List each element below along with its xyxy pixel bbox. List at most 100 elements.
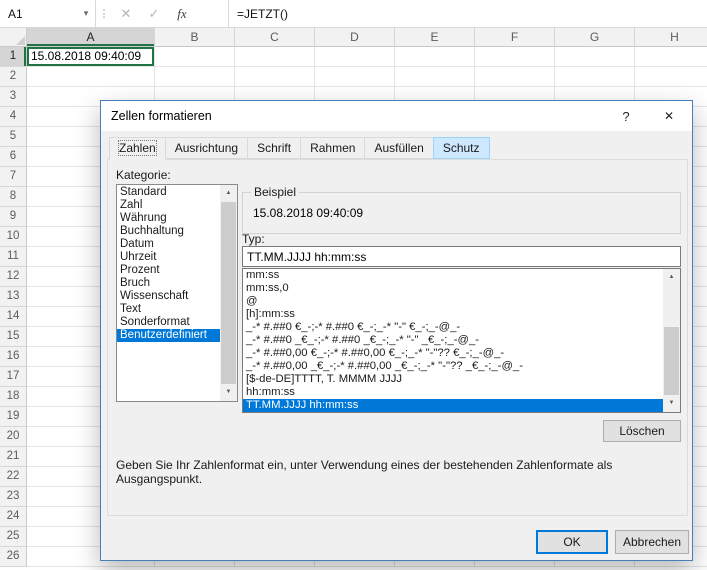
- cell-E1[interactable]: [395, 47, 475, 67]
- cell-F1[interactable]: [475, 47, 555, 67]
- row-header-13[interactable]: 13: [0, 287, 27, 307]
- format-item[interactable]: [$-de-DE]TTTT, T. MMMM JJJJ: [243, 373, 663, 386]
- cell-D1[interactable]: [315, 47, 395, 67]
- category-scrollbar-thumb[interactable]: [221, 202, 236, 384]
- category-item-Prozent[interactable]: Prozent: [117, 264, 220, 277]
- row-header-17[interactable]: 17: [0, 367, 27, 387]
- cell-H1[interactable]: [635, 47, 707, 67]
- category-scrollbar[interactable]: ▲ ▼: [220, 185, 237, 401]
- category-item-Uhrzeit[interactable]: Uhrzeit: [117, 251, 220, 264]
- row-header-18[interactable]: 18: [0, 387, 27, 407]
- format-scrollbar[interactable]: ▲ ▼: [663, 269, 680, 412]
- insert-function-icon[interactable]: fx: [168, 0, 196, 27]
- tab-Schutz[interactable]: Schutz: [433, 137, 490, 159]
- row-header-23[interactable]: 23: [0, 487, 27, 507]
- format-item[interactable]: _-* #.##0,00 _€_-;-* #.##0,00 _€_-;_-* "…: [243, 360, 663, 373]
- column-header-C[interactable]: C: [235, 28, 315, 47]
- format-item[interactable]: [h]:mm:ss: [243, 308, 663, 321]
- row-header-25[interactable]: 25: [0, 527, 27, 547]
- category-item-Buchhaltung[interactable]: Buchhaltung: [117, 225, 220, 238]
- cell-A2[interactable]: [27, 67, 155, 87]
- cell-H2[interactable]: [635, 67, 707, 87]
- row-header-22[interactable]: 22: [0, 467, 27, 487]
- cell-C2[interactable]: [235, 67, 315, 87]
- delete-button[interactable]: Löschen: [603, 420, 681, 442]
- cell-B2[interactable]: [155, 67, 235, 87]
- format-scrollbar-thumb[interactable]: [664, 327, 679, 395]
- row-header-5[interactable]: 5: [0, 127, 27, 147]
- ok-button[interactable]: OK: [536, 530, 608, 554]
- name-box-dropdown-icon[interactable]: ▾: [77, 8, 95, 19]
- tab-Rahmen[interactable]: Rahmen: [300, 137, 365, 159]
- scroll-down-icon[interactable]: ▼: [663, 395, 680, 412]
- row-header-4[interactable]: 4: [0, 107, 27, 127]
- row-header-26[interactable]: 26: [0, 547, 27, 567]
- cancel-icon[interactable]: ✕: [112, 0, 140, 27]
- cell-A1[interactable]: 15.08.2018 09:40:09: [27, 47, 155, 67]
- tab-Schrift[interactable]: Schrift: [247, 137, 301, 159]
- cell-E2[interactable]: [395, 67, 475, 87]
- row-header-20[interactable]: 20: [0, 427, 27, 447]
- row-header-8[interactable]: 8: [0, 187, 27, 207]
- cell-B1[interactable]: [155, 47, 235, 67]
- category-item-Wissenschaft[interactable]: Wissenschaft: [117, 290, 220, 303]
- cell-C1[interactable]: [235, 47, 315, 67]
- scroll-up-icon[interactable]: ▲: [663, 269, 680, 286]
- row-header-16[interactable]: 16: [0, 347, 27, 367]
- enter-icon[interactable]: ✓: [140, 0, 168, 27]
- format-item[interactable]: mm:ss,0: [243, 282, 663, 295]
- tab-Ausfüllen[interactable]: Ausfüllen: [364, 137, 433, 159]
- format-item[interactable]: _-* #.##0,00 €_-;-* #.##0,00 €_-;_-* "-"…: [243, 347, 663, 360]
- category-item-Text[interactable]: Text: [117, 303, 220, 316]
- dialog-close-icon[interactable]: ✕: [646, 101, 692, 131]
- row-header-19[interactable]: 19: [0, 407, 27, 427]
- row-header-1[interactable]: 1: [0, 47, 27, 67]
- row-header-10[interactable]: 10: [0, 227, 27, 247]
- category-item-Zahl[interactable]: Zahl: [117, 199, 220, 212]
- row-header-24[interactable]: 24: [0, 507, 27, 527]
- format-item[interactable]: hh:mm:ss: [243, 386, 663, 399]
- row-header-11[interactable]: 11: [0, 247, 27, 267]
- row-header-7[interactable]: 7: [0, 167, 27, 187]
- row-header-6[interactable]: 6: [0, 147, 27, 167]
- column-header-E[interactable]: E: [395, 28, 475, 47]
- format-item[interactable]: mm:ss: [243, 269, 663, 282]
- scroll-up-icon[interactable]: ▲: [220, 185, 237, 202]
- category-item-Benutzerdefiniert[interactable]: Benutzerdefiniert: [117, 329, 220, 342]
- category-item-Sonderformat[interactable]: Sonderformat: [117, 316, 220, 329]
- format-item[interactable]: TT.MM.JJJJ hh:mm:ss: [243, 399, 663, 412]
- format-item[interactable]: _-* #.##0 €_-;-* #.##0 €_-;_-* "-" €_-;_…: [243, 321, 663, 334]
- row-header-9[interactable]: 9: [0, 207, 27, 227]
- column-header-D[interactable]: D: [315, 28, 395, 47]
- column-header-G[interactable]: G: [555, 28, 635, 47]
- column-header-F[interactable]: F: [475, 28, 555, 47]
- row-header-3[interactable]: 3: [0, 87, 27, 107]
- row-header-14[interactable]: 14: [0, 307, 27, 327]
- type-input[interactable]: [242, 246, 681, 267]
- column-header-H[interactable]: H: [635, 28, 707, 47]
- row-header-12[interactable]: 12: [0, 267, 27, 287]
- cell-G2[interactable]: [555, 67, 635, 87]
- cell-G1[interactable]: [555, 47, 635, 67]
- format-item[interactable]: _-* #.##0 _€_-;-* #.##0 _€_-;_-* "-" _€_…: [243, 334, 663, 347]
- scroll-down-icon[interactable]: ▼: [220, 384, 237, 401]
- column-header-B[interactable]: B: [155, 28, 235, 47]
- cell-D2[interactable]: [315, 67, 395, 87]
- row-header-15[interactable]: 15: [0, 327, 27, 347]
- select-all-corner[interactable]: [0, 28, 27, 47]
- dialog-help-icon[interactable]: ?: [606, 101, 646, 131]
- name-box[interactable]: A1 ▾: [0, 0, 96, 27]
- row-header-2[interactable]: 2: [0, 67, 27, 87]
- cancel-button[interactable]: Abbrechen: [615, 530, 689, 554]
- category-item-Datum[interactable]: Datum: [117, 238, 220, 251]
- tab-Zahlen[interactable]: Zahlen: [109, 137, 166, 160]
- formula-input[interactable]: =JETZT(): [229, 0, 707, 27]
- format-item[interactable]: @: [243, 295, 663, 308]
- cell-F2[interactable]: [475, 67, 555, 87]
- row-header-21[interactable]: 21: [0, 447, 27, 467]
- column-header-A[interactable]: A: [27, 28, 155, 47]
- category-item-Standard[interactable]: Standard: [117, 186, 220, 199]
- category-item-Währung[interactable]: Währung: [117, 212, 220, 225]
- category-item-Bruch[interactable]: Bruch: [117, 277, 220, 290]
- tab-Ausrichtung[interactable]: Ausrichtung: [165, 137, 248, 159]
